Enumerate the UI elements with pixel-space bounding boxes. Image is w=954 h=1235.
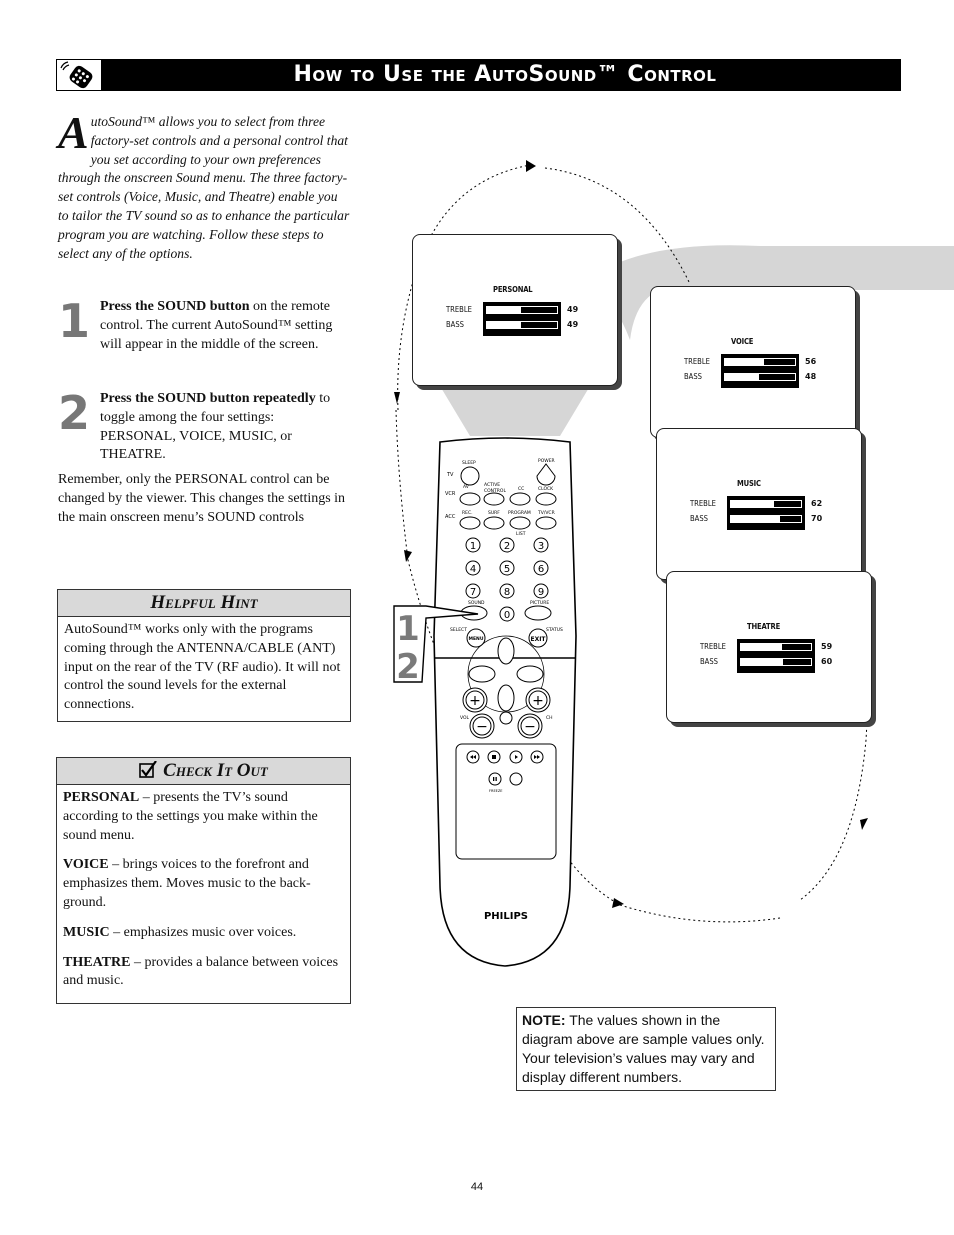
- svg-text:EXIT: EXIT: [530, 636, 546, 643]
- svg-text:1: 1: [470, 541, 476, 552]
- svg-text:FREEZE: FREEZE: [489, 789, 502, 793]
- svg-text:7: 7: [470, 587, 476, 598]
- svg-text:3: 3: [538, 541, 544, 552]
- screen-mode-title: PERSONAL: [493, 285, 533, 294]
- bass-level-fill: [758, 374, 795, 380]
- screen-mode-title: MUSIC: [737, 479, 761, 488]
- treble-label: TREBLE: [690, 499, 716, 508]
- treble-value: 49: [567, 305, 579, 314]
- bass-level-bar: [740, 658, 812, 666]
- screen-personal: PERSONAL TREBLE BASS 49 49: [412, 234, 618, 386]
- brand-logo: PHILIPS: [484, 911, 528, 922]
- bass-value: 48: [805, 372, 817, 381]
- svg-text:VOL: VOL: [460, 715, 470, 721]
- bass-level-fill: [780, 516, 801, 522]
- bass-value: 70: [811, 514, 823, 523]
- callout-step-2: 2: [396, 647, 420, 685]
- treble-level-fill: [774, 501, 801, 507]
- svg-text:4: 4: [470, 564, 476, 575]
- bass-value: 60: [821, 657, 833, 666]
- treble-value: 59: [821, 642, 833, 651]
- svg-text:CH: CH: [546, 715, 553, 721]
- screen-voice: VOICE TREBLE BASS 56 48: [650, 286, 856, 438]
- svg-text:SURF: SURF: [488, 510, 500, 516]
- treble-label: TREBLE: [684, 357, 710, 366]
- svg-text:+: +: [532, 693, 544, 709]
- bass-level-bar: [730, 515, 802, 523]
- level-bar-box: [483, 302, 561, 336]
- svg-text:CC: CC: [518, 486, 524, 492]
- level-bar-box: [727, 496, 805, 530]
- treble-label: TREBLE: [446, 305, 472, 314]
- svg-text:ACTIVE: ACTIVE: [484, 482, 500, 488]
- svg-text:ACC: ACC: [445, 514, 456, 520]
- bass-label: BASS: [700, 657, 718, 666]
- svg-text:5: 5: [504, 564, 510, 575]
- treble-level-bar: [730, 500, 802, 508]
- svg-text:−: −: [524, 719, 536, 735]
- treble-label: TREBLE: [700, 642, 726, 651]
- svg-text:PICTURE: PICTURE: [530, 600, 549, 606]
- svg-text:TV/VCR: TV/VCR: [537, 510, 555, 516]
- cycle-arrowhead: [860, 818, 868, 830]
- svg-text:SLEEP: SLEEP: [462, 460, 476, 466]
- svg-text:8: 8: [504, 587, 510, 598]
- svg-text:STATUS: STATUS: [546, 627, 563, 633]
- bass-level-fill: [783, 659, 811, 665]
- cycle-arrowhead: [394, 392, 400, 404]
- treble-level-fill: [782, 644, 811, 650]
- svg-text:+: +: [469, 693, 481, 709]
- bass-label: BASS: [690, 514, 708, 523]
- treble-level-bar: [740, 643, 812, 651]
- svg-text:6: 6: [538, 564, 544, 575]
- cycle-arrowhead: [526, 160, 536, 172]
- note-box: NOTE: The values shown in the diagram ab…: [516, 1007, 776, 1091]
- treble-level-fill: [764, 359, 795, 365]
- bass-level-bar: [486, 321, 558, 329]
- svg-text:POWER: POWER: [538, 458, 555, 464]
- treble-value: 62: [811, 499, 823, 508]
- svg-text:−: −: [476, 719, 488, 735]
- screen-theatre: THEATRE TREBLE BASS 59 60: [666, 571, 872, 723]
- remote-control: TV VCR ACC SLEEP POWER AV ACTIVECONTROL CC…: [433, 437, 577, 967]
- treble-value: 56: [805, 357, 817, 366]
- screen-mode-title: THEATRE: [747, 622, 781, 631]
- svg-text:REC.: REC.: [462, 510, 473, 516]
- note-label: NOTE:: [522, 1012, 566, 1028]
- callout-step-1: 1: [396, 609, 420, 649]
- svg-text:VCR: VCR: [445, 491, 456, 497]
- screen-beam: [440, 386, 590, 436]
- treble-level-bar: [486, 306, 558, 314]
- treble-level-fill: [521, 307, 557, 313]
- bass-level-fill: [521, 322, 557, 328]
- tv-label: TV: [446, 472, 454, 478]
- svg-text:2: 2: [504, 541, 510, 552]
- svg-text:9: 9: [538, 587, 544, 598]
- svg-text:LIST: LIST: [516, 531, 526, 537]
- step-callout: 1 2: [393, 605, 479, 685]
- svg-text:AV: AV: [463, 484, 470, 490]
- svg-text:0: 0: [504, 610, 510, 621]
- treble-level-bar: [724, 358, 796, 366]
- bass-label: BASS: [684, 372, 702, 381]
- svg-text:CLOCK: CLOCK: [538, 486, 554, 492]
- level-bar-box: [737, 639, 815, 673]
- svg-text:PROGRAM: PROGRAM: [508, 510, 531, 516]
- bass-level-bar: [724, 373, 796, 381]
- bass-value: 49: [567, 320, 579, 329]
- bass-label: BASS: [446, 320, 464, 329]
- screen-mode-title: VOICE: [731, 337, 754, 346]
- page-number: 44: [470, 1181, 484, 1193]
- level-bar-box: [721, 354, 799, 388]
- cycle-arrowhead: [612, 898, 624, 908]
- screen-music: MUSIC TREBLE BASS 62 70: [656, 428, 862, 580]
